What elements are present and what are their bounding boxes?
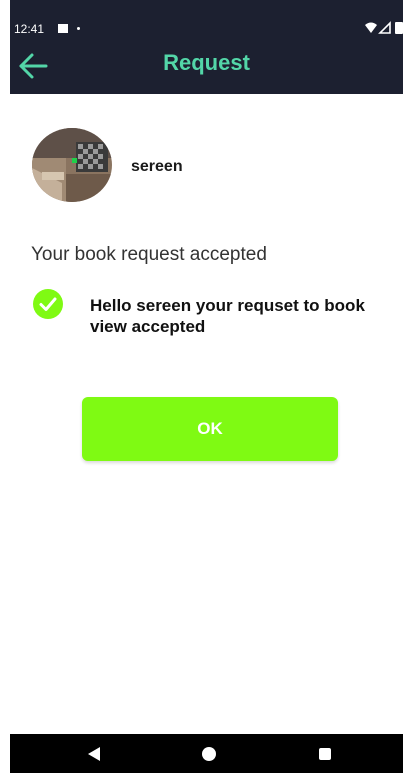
wifi-icon: [365, 22, 377, 33]
check-circle-icon: [33, 289, 63, 319]
system-nav-bar: [10, 734, 403, 773]
battery-icon: [395, 22, 403, 34]
page-title: Request: [163, 50, 250, 75]
user-name: sereen: [131, 158, 183, 175]
triangle-back-icon[interactable]: [88, 747, 100, 761]
avatar-image: [32, 128, 112, 202]
square-recent-icon[interactable]: [319, 748, 331, 760]
system-status-icons: [365, 21, 403, 34]
screen: 12:41 Request sereen Your book request a…: [10, 0, 403, 773]
status-bar: 12:41: [10, 0, 403, 40]
signal-icon: [378, 21, 391, 34]
avatar: [32, 128, 112, 202]
ok-button[interactable]: OK: [82, 397, 338, 461]
notification-square-icon: [58, 24, 68, 33]
request-status-heading: Your book request accepted: [31, 244, 267, 265]
circle-home-icon[interactable]: [202, 747, 216, 761]
status-time: 12:41: [14, 22, 45, 36]
acceptance-message: Hello sereen your requset to book view a…: [90, 296, 365, 336]
app-bar: 12:41 Request: [10, 0, 403, 94]
notification-dot-icon: [77, 27, 80, 30]
